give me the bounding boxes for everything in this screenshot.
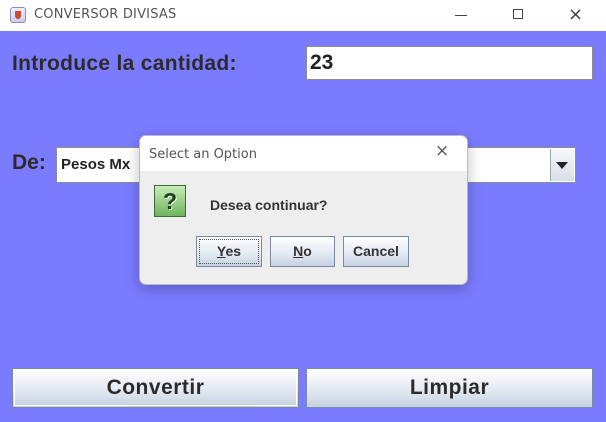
option-dialog: Select an Option × ? Desea continuar? Ye… — [139, 135, 468, 285]
amount-input[interactable]: 23 — [306, 46, 593, 80]
window-title: CONVERSOR DIVISAS — [34, 7, 177, 22]
from-label: De: — [12, 151, 46, 174]
minimize-button[interactable] — [438, 0, 482, 31]
cancel-button[interactable]: Cancel — [343, 236, 409, 267]
java-coffee-icon — [10, 7, 26, 23]
question-mark-glyph: ? — [163, 188, 178, 214]
convert-button[interactable]: Convertir — [12, 368, 299, 408]
chevron-down-icon[interactable] — [550, 149, 574, 181]
dialog-message: Desea continuar? — [210, 197, 328, 213]
from-currency-value: Pesos Mx — [61, 156, 131, 173]
dialog-titlebar[interactable]: Select an Option × — [140, 136, 467, 171]
question-icon: ? — [154, 185, 186, 217]
close-button[interactable]: × — [554, 0, 598, 31]
amount-label: Introduce la cantidad: — [12, 52, 237, 75]
yes-button[interactable]: Yes — [196, 236, 262, 267]
dialog-close-icon[interactable]: × — [435, 143, 449, 160]
close-icon: × — [568, 4, 584, 25]
maximize-icon — [513, 9, 523, 19]
maximize-button[interactable] — [496, 0, 540, 31]
dialog-title: Select an Option — [149, 147, 257, 162]
minimize-icon — [455, 15, 467, 16]
no-button[interactable]: No — [270, 236, 335, 267]
clear-button[interactable]: Limpiar — [306, 368, 593, 408]
window-titlebar[interactable]: CONVERSOR DIVISAS × — [0, 0, 606, 31]
